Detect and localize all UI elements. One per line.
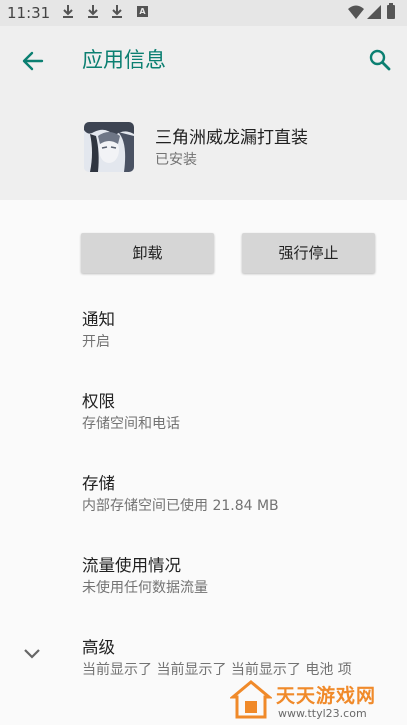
setting-subtitle: 存储空间和电话 xyxy=(82,416,180,432)
setting-subtitle: 内部存储空间已使用 21.84 MB xyxy=(82,498,279,514)
watermark: 天天游戏网 www.ttyl23.com xyxy=(228,677,403,723)
watermark-text: 天天游戏网 xyxy=(276,685,377,707)
app-icon xyxy=(84,122,134,172)
a-icon: A xyxy=(137,6,148,17)
setting-subtitle: 当前显示了 当前显示了 当前显示了 电池 项 xyxy=(82,662,352,678)
signal-icon xyxy=(367,5,381,19)
app-name: 三角洲威龙漏打直装 xyxy=(155,128,308,148)
setting-title: 存储 xyxy=(82,474,115,493)
app-header: 应用信息 三角洲威龙漏打直装 已安装 xyxy=(0,26,407,200)
setting-subtitle: 未使用任何数据流量 xyxy=(82,580,208,596)
setting-title: 流量使用情况 xyxy=(82,556,181,575)
watermark-logo-icon xyxy=(230,680,272,719)
back-arrow-icon[interactable] xyxy=(20,48,46,74)
uninstall-button[interactable]: 卸载 xyxy=(81,233,214,273)
app-info-content: 卸载 强行停止 通知 开启 权限 存储空间和电话 存储 内部存储空间已使用 21… xyxy=(0,200,407,725)
app-install-status: 已安装 xyxy=(155,152,197,168)
setting-subtitle: 开启 xyxy=(82,334,110,350)
download-icon xyxy=(112,5,122,18)
search-icon[interactable] xyxy=(367,47,393,73)
setting-title: 高级 xyxy=(82,638,115,657)
wifi-icon xyxy=(348,5,364,19)
page-title: 应用信息 xyxy=(82,48,166,72)
status-time: 11:31 xyxy=(7,4,51,22)
chevron-down-icon xyxy=(24,649,40,659)
download-icon xyxy=(63,5,73,18)
force-stop-button[interactable]: 强行停止 xyxy=(242,233,375,273)
download-icon xyxy=(88,5,98,18)
battery-icon xyxy=(387,3,395,19)
status-bar: 11:31 A xyxy=(0,0,407,26)
setting-title: 通知 xyxy=(82,310,115,329)
watermark-url: www.ttyl23.com xyxy=(278,707,367,720)
setting-title: 权限 xyxy=(82,392,115,411)
